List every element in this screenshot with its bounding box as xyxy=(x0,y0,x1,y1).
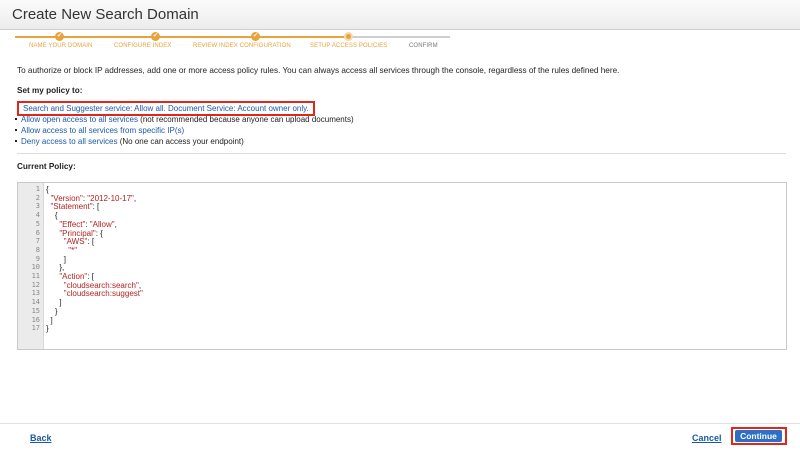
line-number: 12 xyxy=(31,280,40,289)
bullet-icon xyxy=(15,129,17,131)
code-line: } xyxy=(46,306,58,316)
code-line: "Statement": [ xyxy=(50,202,100,212)
line-number: 14 xyxy=(31,298,40,307)
intro-text: To authorize or block IP addresses, add … xyxy=(17,66,620,75)
dialog-title: Create New Search Domain xyxy=(12,6,199,23)
line-number: 1 xyxy=(35,185,40,193)
step-review-index-configuration[interactable]: REVIEW INDEX CONFIGURATION xyxy=(193,43,291,49)
line-number: 15 xyxy=(31,306,40,315)
code-line: { xyxy=(46,211,58,221)
continue-button[interactable]: Continue xyxy=(735,430,782,442)
line-number: 7 xyxy=(35,237,40,246)
step-name-your-domain[interactable]: NAME YOUR DOMAIN xyxy=(29,43,93,49)
line-number: 4 xyxy=(35,211,40,220)
line-number-gutter: 1 2 3 4 5 6 7 8 9 10 11 12 13 14 15 16 17 xyxy=(18,183,44,349)
policy-option-link[interactable]: Allow access to all services from specif… xyxy=(21,126,184,135)
code-line: "cloudsearch:suggest" xyxy=(63,289,143,299)
current-policy-heading: Current Policy: xyxy=(17,162,76,171)
code-line: "cloudsearch:search", xyxy=(63,280,142,290)
policy-code-editor[interactable]: 1 2 3 4 5 6 7 8 9 10 11 12 13 14 15 16 17 { "Version": "… xyxy=(17,182,787,350)
policy-option-open-access[interactable]: Allow open access to all services (not r… xyxy=(15,115,354,124)
line-number: 17 xyxy=(31,324,40,333)
code-line: ] xyxy=(46,254,67,264)
code-line: "Version": "2012-10-17", xyxy=(50,193,137,203)
line-number: 10 xyxy=(31,263,40,272)
policy-option-search-suggester[interactable]: Search and Suggester service: Allow all.… xyxy=(17,101,315,116)
dialog-titlebar: Create New Search Domain xyxy=(0,0,800,30)
line-number: 8 xyxy=(35,245,40,254)
line-number: 2 xyxy=(35,193,40,202)
policy-option-note: (No one can access your endpoint) xyxy=(117,137,244,146)
code-line: "Action": [ xyxy=(59,272,94,281)
progress-line-complete xyxy=(15,36,350,38)
policy-option-note: (not recommended because anyone can uplo… xyxy=(137,115,354,124)
policy-option-deny-all[interactable]: Deny access to all services (No one can … xyxy=(15,137,244,146)
back-button[interactable]: Back xyxy=(30,433,52,443)
step-setup-access-policies[interactable]: SETUP ACCESS POLICIES xyxy=(310,43,387,49)
line-number: 11 xyxy=(31,272,40,280)
code-line: "Principal": { xyxy=(59,228,103,238)
bullet-icon xyxy=(15,118,17,120)
code-line: "Effect": "Allow", xyxy=(59,219,117,229)
progress-line-remaining xyxy=(350,36,450,38)
code-line: "AWS": [ xyxy=(63,237,95,247)
policy-option-specific-ips[interactable]: Allow access to all services from specif… xyxy=(15,126,184,135)
step-confirm: CONFIRM xyxy=(409,43,438,49)
footer-divider xyxy=(0,423,800,424)
policy-option-link[interactable]: Allow open access to all services xyxy=(21,115,138,124)
code-line: { xyxy=(46,185,49,194)
step-done-check-icon: ✔ xyxy=(55,32,64,41)
code-line: }, xyxy=(46,263,65,273)
policy-option-link[interactable]: Deny access to all services xyxy=(21,137,117,146)
policy-heading: Set my policy to: xyxy=(17,86,83,95)
code-line: } xyxy=(46,324,49,334)
section-divider xyxy=(17,153,786,154)
step-configure-index[interactable]: CONFIGURE INDEX xyxy=(114,43,172,49)
policy-option-link[interactable]: Search and Suggester service: Allow all.… xyxy=(23,104,309,113)
bullet-icon xyxy=(15,140,17,142)
line-number: 13 xyxy=(31,289,40,298)
continue-highlight: Continue xyxy=(731,427,787,445)
code-line: "*" xyxy=(68,245,78,255)
line-number: 3 xyxy=(35,202,40,211)
code-line: ] xyxy=(46,315,53,325)
line-number: 6 xyxy=(35,228,40,237)
line-number: 16 xyxy=(31,315,40,324)
wizard-progress: ✔ ✔ ✔ NAME YOUR DOMAIN CONFIGURE INDEX R… xyxy=(15,32,455,55)
code-line: ] xyxy=(46,298,62,308)
line-number: 5 xyxy=(35,219,40,228)
cancel-button[interactable]: Cancel xyxy=(692,433,722,443)
step-current-dot-icon xyxy=(344,32,353,41)
line-number: 9 xyxy=(35,254,40,263)
step-done-check-icon: ✔ xyxy=(251,32,260,41)
step-done-check-icon: ✔ xyxy=(151,32,160,41)
